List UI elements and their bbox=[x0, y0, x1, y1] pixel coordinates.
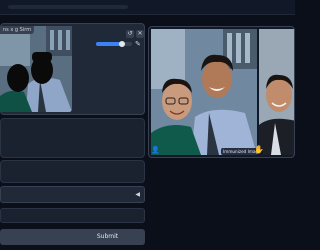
immunized-image[interactable] bbox=[151, 29, 257, 155]
clear-icon[interactable]: ✕ bbox=[136, 30, 144, 38]
settings-panel-2 bbox=[0, 160, 145, 183]
submit-button[interactable]: Submit bbox=[0, 229, 145, 245]
person-icon: 👤 bbox=[151, 146, 160, 154]
second-image-thumbnail[interactable] bbox=[259, 29, 294, 155]
editor-controls: ↺ ✕ bbox=[126, 30, 144, 38]
second-photo-illustration bbox=[259, 29, 294, 155]
input-image-preview bbox=[0, 26, 72, 112]
dropdown-caret-icon: ◀ bbox=[135, 191, 140, 198]
immunized-photo-illustration bbox=[151, 29, 257, 155]
brush-size-slider[interactable] bbox=[96, 41, 132, 47]
hand-icon[interactable]: ✋ bbox=[254, 145, 264, 154]
top-bar-strip bbox=[8, 5, 128, 9]
options-dropdown[interactable]: ◀ bbox=[0, 186, 145, 203]
slider-knob[interactable] bbox=[118, 41, 125, 47]
pencil-icon[interactable]: ✎ bbox=[135, 40, 141, 48]
settings-panel-1 bbox=[0, 118, 145, 158]
scale-tag: ns x g Sirm bbox=[0, 26, 35, 34]
text-input-field[interactable] bbox=[0, 208, 145, 223]
output-gallery bbox=[148, 26, 295, 158]
undo-icon[interactable]: ↺ bbox=[126, 30, 134, 38]
top-bar bbox=[0, 0, 295, 15]
input-photo-illustration bbox=[0, 26, 72, 112]
